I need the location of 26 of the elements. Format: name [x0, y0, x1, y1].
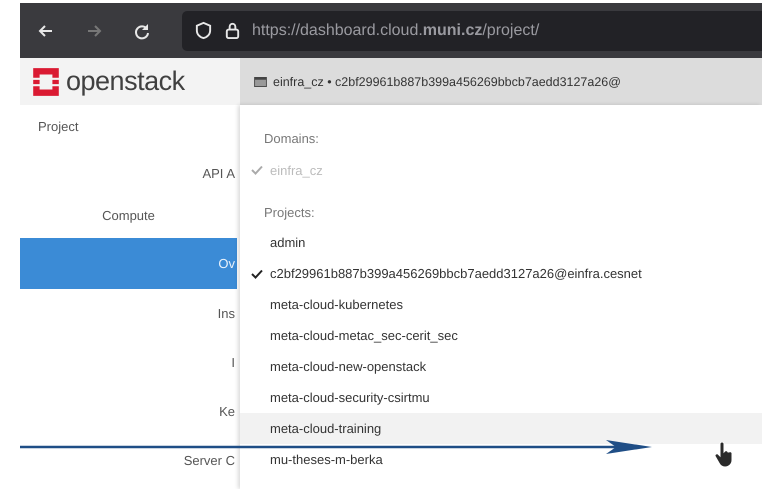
- menu-item[interactable]: c2bf29961b887b399a456269bbcb7aedd3127a26@einfra.cesnet: [240, 258, 762, 289]
- group-heading[interactable]: Compute: [20, 198, 237, 238]
- sidebar-item[interactable]: API A: [20, 149, 237, 198]
- sidebar-item[interactable]: Ins: [20, 289, 237, 338]
- panel-heading[interactable]: Project: [20, 105, 237, 149]
- menu-item[interactable]: meta-cloud-kubernetes: [240, 289, 762, 320]
- logo-icon: [30, 66, 62, 98]
- menu-item[interactable]: meta-cloud-security-csirtmu: [240, 382, 762, 413]
- url-text: https://dashboard.cloud.muni.cz/project/: [252, 22, 540, 40]
- lock-icon: [223, 21, 242, 40]
- menu-item[interactable]: meta-cloud-training: [240, 413, 762, 444]
- window-icon: [254, 76, 267, 86]
- section-heading: Domains:: [263, 130, 320, 148]
- sidebar-item[interactable]: Ke: [20, 387, 237, 436]
- menu-item[interactable]: meta-cloud-new-openstack: [240, 351, 762, 382]
- sidebar-item[interactable]: I: [20, 338, 237, 387]
- address-bar[interactable]: https://dashboard.cloud.muni.cz/project/: [182, 10, 762, 50]
- menu-item[interactable]: mu-theses-m-berka: [240, 444, 762, 475]
- sidebar-item[interactable]: Server C: [20, 436, 237, 485]
- shield-icon: [194, 21, 213, 40]
- logo-text: openstack: [66, 66, 185, 97]
- menu-item[interactable]: meta-cloud-metac_sec-cerit_sec: [240, 320, 762, 351]
- hand-cursor-icon: [714, 442, 734, 468]
- project-context-text[interactable]: einfra_cz • c2bf29961b887b399a456269bbcb7aedd3127a26@: [273, 74, 621, 88]
- section-heading: Projects:: [263, 204, 316, 222]
- menu-item[interactable]: admin: [240, 227, 762, 258]
